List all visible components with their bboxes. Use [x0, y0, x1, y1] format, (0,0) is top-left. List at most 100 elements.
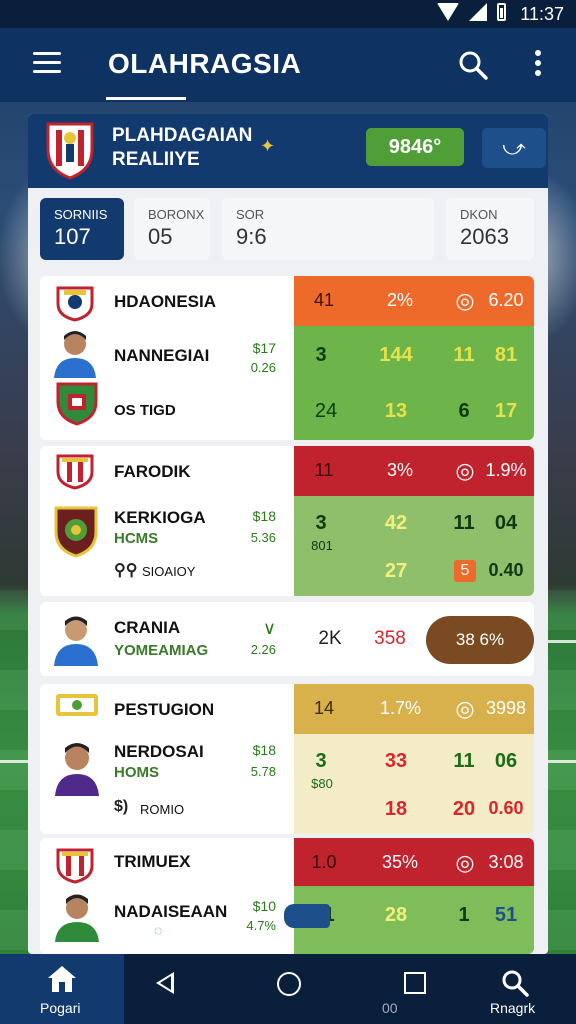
odds-value: 4.7% — [246, 918, 276, 933]
odds-cell: 3998 — [485, 698, 527, 718]
odds-value: $17 — [252, 340, 276, 356]
stat-box[interactable]: SORNIIS 107 — [40, 198, 124, 260]
odds-cell: 13 — [384, 400, 408, 422]
team-name: OS TIGD — [114, 402, 176, 419]
match-card[interactable]: HDAONESIA NANNEGIAI $17 0.26 OS TIGD 41 … — [40, 276, 534, 440]
recent-apps-icon[interactable] — [404, 972, 426, 994]
match-card[interactable]: TRIMUEX NADAISEAAN ◌ $10 4.7% 1.0 35% ◎ … — [40, 838, 534, 954]
back-icon-inner — [160, 976, 171, 990]
match-card-teams: HDAONESIA NANNEGIAI $17 0.26 OS TIGD — [40, 276, 294, 440]
checkmark-icon: ∨ — [262, 618, 276, 638]
wifi-icon — [437, 3, 459, 21]
player-avatar-icon — [55, 743, 99, 796]
status-time: 11:37 — [520, 4, 564, 24]
odds-cell: $80 — [311, 776, 333, 791]
battery-icon — [497, 3, 506, 21]
app-title: OLAHRAGSIA — [108, 48, 302, 79]
search-icon[interactable] — [458, 50, 488, 80]
odds-row-body: 3 144 11 81 24 13 6 17 — [294, 326, 534, 440]
nav-home[interactable]: Pogari — [0, 954, 124, 1024]
odds-cell: 04 — [494, 512, 518, 534]
odds-row-header: 14 1.7% ◎ 3998 — [294, 684, 534, 734]
stat-value: 2063 — [460, 224, 509, 249]
odds-cell: 51 — [494, 904, 518, 926]
status-bar: 11:37 — [0, 0, 576, 28]
club-crest-icon — [56, 848, 94, 884]
odds-cell: 11 — [453, 750, 475, 772]
odds-cell: 81 — [494, 344, 518, 366]
odds-cell: 11 — [453, 512, 475, 534]
team-name: NANNEGIAI — [114, 346, 210, 365]
trend-arrow-icon: ⤻ — [502, 135, 526, 160]
odds-pill-button[interactable]: 38 6% — [426, 616, 534, 664]
odds-cell: 2% — [386, 290, 413, 310]
odds-cell: 41 — [313, 290, 335, 310]
target-icon: ◎ — [455, 288, 475, 313]
stat-label: BORONX — [148, 207, 205, 222]
stat-box[interactable]: BORONX 05 — [134, 198, 210, 260]
team-name: SIOAIOY — [142, 564, 196, 579]
odds-row-header: 41 2% ◎ 6.20 — [294, 276, 534, 326]
odds-cell: 18 — [384, 798, 408, 820]
team-name: NERDOSAI — [114, 742, 204, 761]
odds-cell: 33 — [384, 750, 408, 772]
player-avatar-icon — [55, 894, 99, 942]
home-circle-icon[interactable] — [277, 972, 301, 996]
odds-cell: 0.40 — [488, 560, 524, 580]
odds-cell: 3:08 — [488, 852, 524, 872]
title-underline — [106, 97, 186, 100]
more-options-icon[interactable] — [535, 50, 543, 78]
stat-value: 05 — [148, 224, 173, 249]
odds-cell: 1.9% — [485, 460, 527, 480]
menu-icon[interactable] — [33, 52, 61, 74]
bet-slip-tag[interactable] — [284, 904, 330, 928]
club-crest-icon — [56, 454, 94, 490]
odds-value: 5.36 — [250, 530, 276, 545]
nav-home-label: Pogari — [40, 1000, 81, 1016]
odds-value: $18 — [252, 742, 276, 758]
match-card[interactable]: FARODIK KERKIOGA HCMS $18 5.36 ⚲⚲ SIOAIO… — [40, 446, 534, 596]
nav-recent-label: 00 — [382, 1000, 398, 1016]
match-card-odds: 2K 358 38 6% — [294, 602, 534, 676]
team-name: ROMIO — [140, 802, 185, 817]
info-icon: ◌ — [154, 922, 163, 938]
odds-value: 5.78 — [250, 764, 276, 779]
odds-row-body: 3 $80 33 11 06 18 20 0.60 — [294, 734, 534, 834]
odds-row-body: 3 801 42 11 04 27 5 0.40 — [294, 496, 534, 596]
target-icon: ◎ — [455, 850, 475, 875]
player-avatar-icon — [54, 616, 98, 666]
nav-search-icon[interactable] — [500, 968, 530, 998]
odds-cell: 14 — [313, 698, 335, 718]
team-name: TRIMUEX — [114, 852, 191, 871]
score-pill[interactable]: 9846° — [366, 128, 464, 166]
stat-box[interactable]: SOR 9:6 — [222, 198, 434, 260]
club-crest-icon — [56, 694, 98, 716]
odds-cell: 801 — [311, 538, 333, 553]
stat-label: DKON — [460, 207, 498, 222]
odds-cell: 17 — [494, 400, 518, 422]
odds-cell: 144 — [379, 344, 413, 366]
match-card-odds: 14 1.7% ◎ 3998 3 $80 33 11 06 18 20 0.60 — [294, 684, 534, 834]
stat-box[interactable]: DKON 2063 — [446, 198, 534, 260]
odds-row-header: 1.0 35% ◎ 3:08 — [294, 838, 534, 886]
odds-cell: 27 — [384, 560, 408, 582]
odds-cell: 1.7% — [380, 698, 422, 718]
match-card-teams: CRANIA YOMEAMIAG ∨ 2.26 — [40, 602, 294, 676]
odds-badge: 5 — [454, 560, 476, 582]
team-subtitle: YOMEAMIAG — [114, 642, 209, 659]
sparkle-icon: ✦ — [260, 136, 276, 156]
match-card[interactable]: PESTUGION NERDOSAI HOMS $18 5.78 $) ROMI… — [40, 684, 534, 834]
club-crest-icon — [56, 286, 94, 322]
panel-title-line1: PLAHDAGAIAN — [112, 125, 253, 146]
match-card[interactable]: CRANIA YOMEAMIAG ∨ 2.26 2K 358 38 6% — [40, 602, 534, 676]
match-card-teams: PESTUGION NERDOSAI HOMS $18 5.78 $) ROMI… — [40, 684, 294, 834]
odds-cell: 35% — [381, 852, 419, 872]
team-name: CRANIA — [114, 618, 181, 637]
trend-button[interactable]: ⤻ — [482, 128, 546, 168]
nav-search-label: Rnagrk — [490, 1000, 536, 1016]
stat-label: SOR — [236, 207, 265, 222]
match-card-odds: 11 3% ◎ 1.9% 3 801 42 11 04 27 5 0.40 — [294, 446, 534, 596]
team-name: PESTUGION — [114, 700, 215, 719]
team-subtitle: HOMS — [114, 764, 159, 781]
odds-cell: 1 — [458, 904, 470, 926]
